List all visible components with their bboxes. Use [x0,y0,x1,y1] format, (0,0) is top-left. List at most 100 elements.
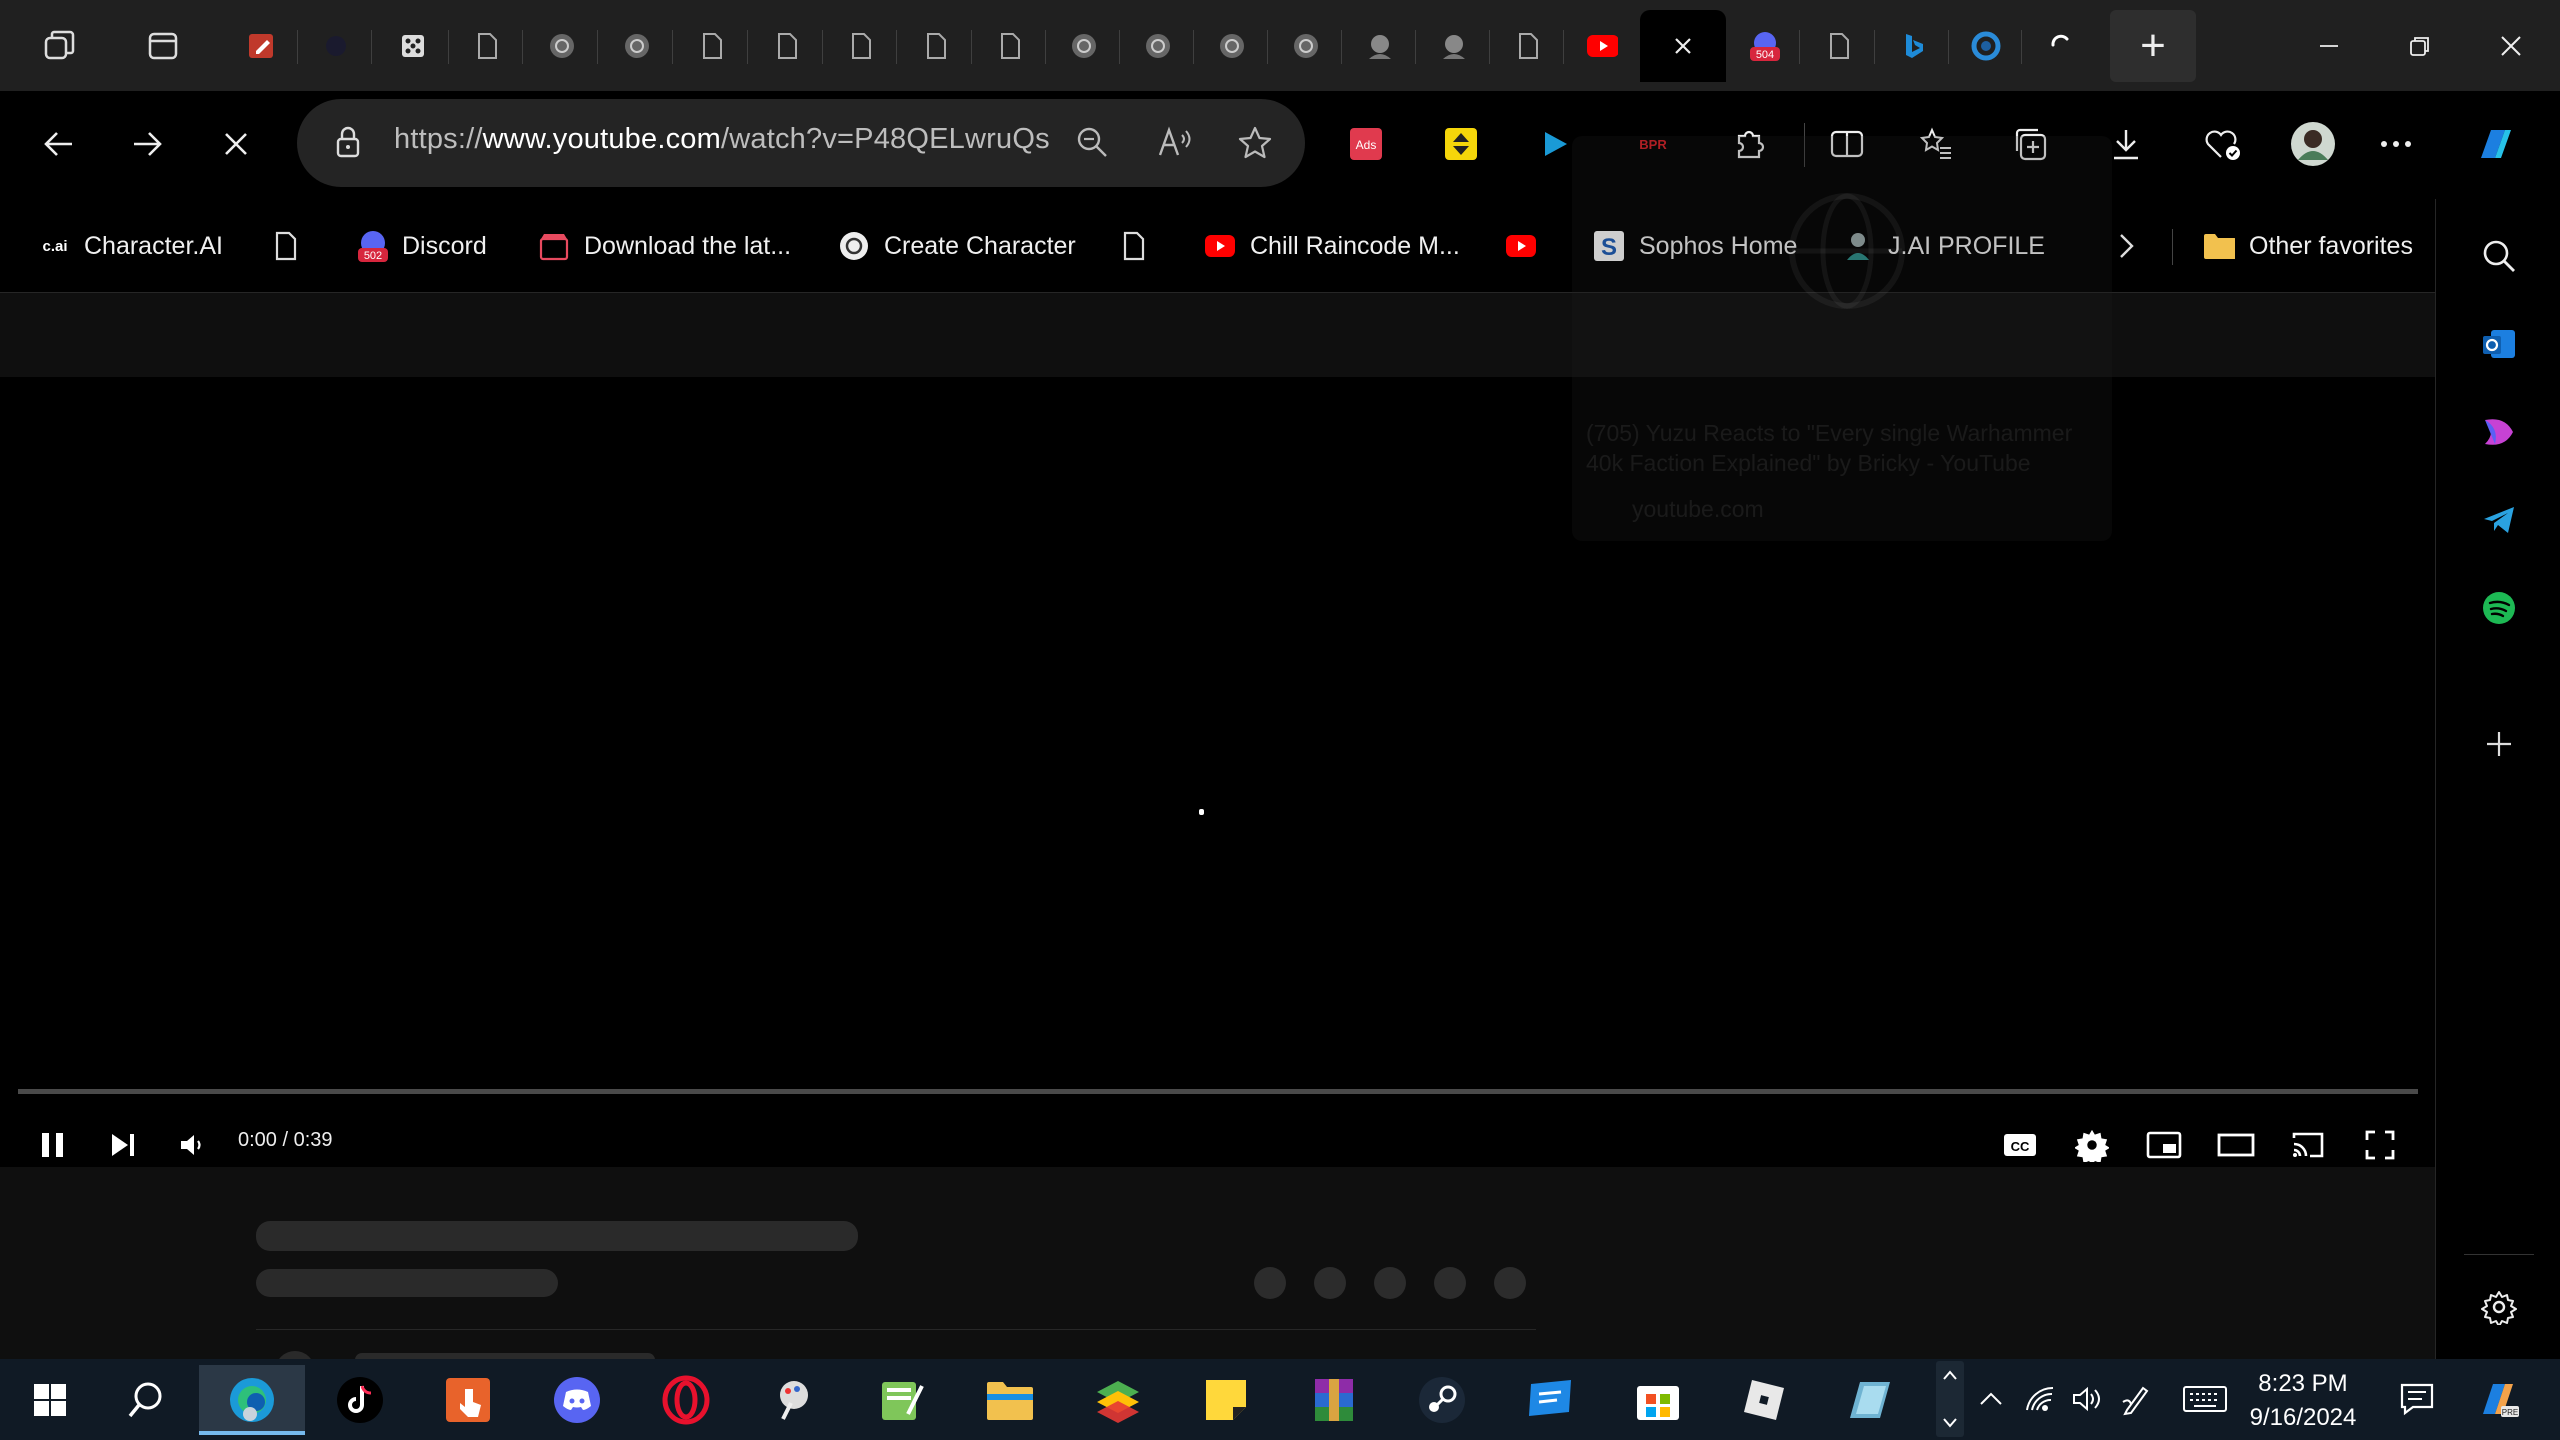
tray-pen[interactable] [2114,1377,2158,1421]
tab-22[interactable] [1803,10,1875,82]
tab-8[interactable] [751,10,823,82]
tray-volume[interactable] [2066,1377,2110,1421]
favorite-other-folder[interactable]: Other favorites [2203,221,2413,271]
taskbar-discord[interactable] [527,1365,627,1435]
fullscreen-button[interactable] [2352,1117,2408,1173]
workspaces-button[interactable] [24,10,96,82]
sidebar-spotify-button[interactable] [2474,583,2524,633]
taskbar-editor[interactable] [852,1365,952,1435]
favorite-youtube[interactable] [1505,221,1537,271]
browser-essentials-button[interactable] [2190,111,2256,177]
address-bar[interactable]: https://www.youtube.com/watch?v=P48QELwr… [297,99,1305,187]
taskbar-remote-app[interactable] [1500,1365,1600,1435]
forward-button[interactable] [114,111,180,177]
notification-center-button[interactable] [2393,1375,2441,1423]
favorite-character-ai[interactable]: c.ai Character.AI [40,221,222,271]
tab-7[interactable] [676,10,748,82]
sidebar-search-button[interactable] [2474,231,2524,281]
tab-18[interactable] [1492,10,1564,82]
tab-25-loading[interactable] [2024,10,2096,82]
back-button[interactable] [26,111,92,177]
tab-4[interactable] [451,10,523,82]
tray-overflow-button[interactable] [1969,1377,2013,1421]
extension-sort[interactable] [1428,111,1494,177]
taskbar-sticky-notes[interactable] [1176,1365,1276,1435]
copilot-button[interactable] [2462,111,2528,177]
tab-19-youtube[interactable] [1566,10,1638,82]
system-clock[interactable]: 8:23 PM 9/16/2024 [2218,1367,2388,1435]
tab-24[interactable] [1950,10,2022,82]
tab-5[interactable] [526,10,598,82]
cast-button[interactable] [2280,1117,2336,1173]
sidebar-designer-button[interactable] [2474,407,2524,457]
stop-loading-button[interactable] [203,111,269,177]
new-tab-button[interactable]: + [2110,10,2196,82]
tab-1[interactable] [226,10,298,82]
taskbar-winrar[interactable] [1284,1365,1384,1435]
taskbar-paint-tool[interactable] [744,1365,844,1435]
lock-icon[interactable] [333,125,363,159]
progress-bar[interactable] [18,1089,2418,1094]
tab-3[interactable] [377,10,449,82]
tab-12[interactable] [1048,10,1120,82]
search-button[interactable] [96,1365,196,1435]
taskbar-edge[interactable] [199,1365,305,1435]
tab-2[interactable] [300,10,372,82]
favorite-page[interactable] [1118,221,1150,271]
taskbar-roblox[interactable] [1714,1365,1814,1435]
favorite-star-button[interactable] [1237,125,1273,161]
profile-button[interactable] [2280,111,2346,177]
sidebar-add-button[interactable] [2474,719,2524,769]
copilot-taskbar-button[interactable]: PRE [2472,1373,2524,1425]
tab-13[interactable] [1122,10,1194,82]
zoom-button[interactable] [1075,125,1109,159]
favorite-discord[interactable]: 502 Discord [356,221,487,271]
sidebar-settings-button[interactable] [2474,1282,2524,1332]
restore-button[interactable] [2376,0,2464,91]
settings-button[interactable] [2064,1117,2120,1173]
minimize-button[interactable] [2285,0,2373,91]
captions-button[interactable]: CC [1992,1117,2048,1173]
tab-14[interactable] [1196,10,1268,82]
tab-23[interactable] [1877,10,1949,82]
close-window-button[interactable] [2467,0,2555,91]
taskbar-ms-store[interactable] [1608,1365,1708,1435]
next-button[interactable] [95,1117,151,1173]
tab-10[interactable] [900,10,972,82]
taskbar-steam[interactable] [1392,1365,1492,1435]
tab-9[interactable] [825,10,897,82]
taskbar-bluestacks[interactable] [1068,1365,1168,1435]
settings-more-button[interactable] [2363,111,2429,177]
favorites-overflow-button[interactable] [2110,221,2142,271]
theater-mode-button[interactable] [2208,1117,2264,1173]
taskbar-scroll[interactable] [1936,1361,1964,1437]
favorite-chill-raincode[interactable]: Chill Raincode M... [1204,221,1460,271]
tab-17[interactable] [1418,10,1490,82]
close-tab-icon[interactable] [1671,34,1695,58]
vertical-tabs-button[interactable] [127,10,199,82]
taskbar-file-explorer[interactable] [960,1365,1060,1435]
sidebar-outlook-button[interactable] [2474,319,2524,369]
url-text[interactable]: https://www.youtube.com/watch?v=P48QELwr… [394,123,1050,156]
tab-16[interactable] [1344,10,1416,82]
sidebar-telegram-button[interactable] [2474,495,2524,545]
mute-button[interactable] [164,1117,220,1173]
pause-button[interactable] [25,1117,81,1173]
favorite-download[interactable]: Download the lat... [538,221,791,271]
taskbar-app-glass[interactable] [1820,1365,1920,1435]
tab-11[interactable] [974,10,1046,82]
tab-active[interactable] [1640,10,1726,82]
favorite-page[interactable] [270,221,302,271]
taskbar-tiktok[interactable] [310,1365,410,1435]
taskbar-opera[interactable] [636,1365,736,1435]
miniplayer-button[interactable] [2136,1117,2192,1173]
extension-adobe[interactable]: Ads [1333,111,1399,177]
tray-network[interactable] [2018,1377,2062,1421]
tab-6[interactable] [601,10,673,82]
tab-21[interactable]: 504 [1728,10,1800,82]
start-button[interactable] [0,1365,100,1435]
favorite-create-character[interactable]: Create Character [838,221,1076,271]
tab-15[interactable] [1270,10,1342,82]
taskbar-clicker-app[interactable] [418,1365,518,1435]
read-aloud-button[interactable] [1157,125,1193,159]
